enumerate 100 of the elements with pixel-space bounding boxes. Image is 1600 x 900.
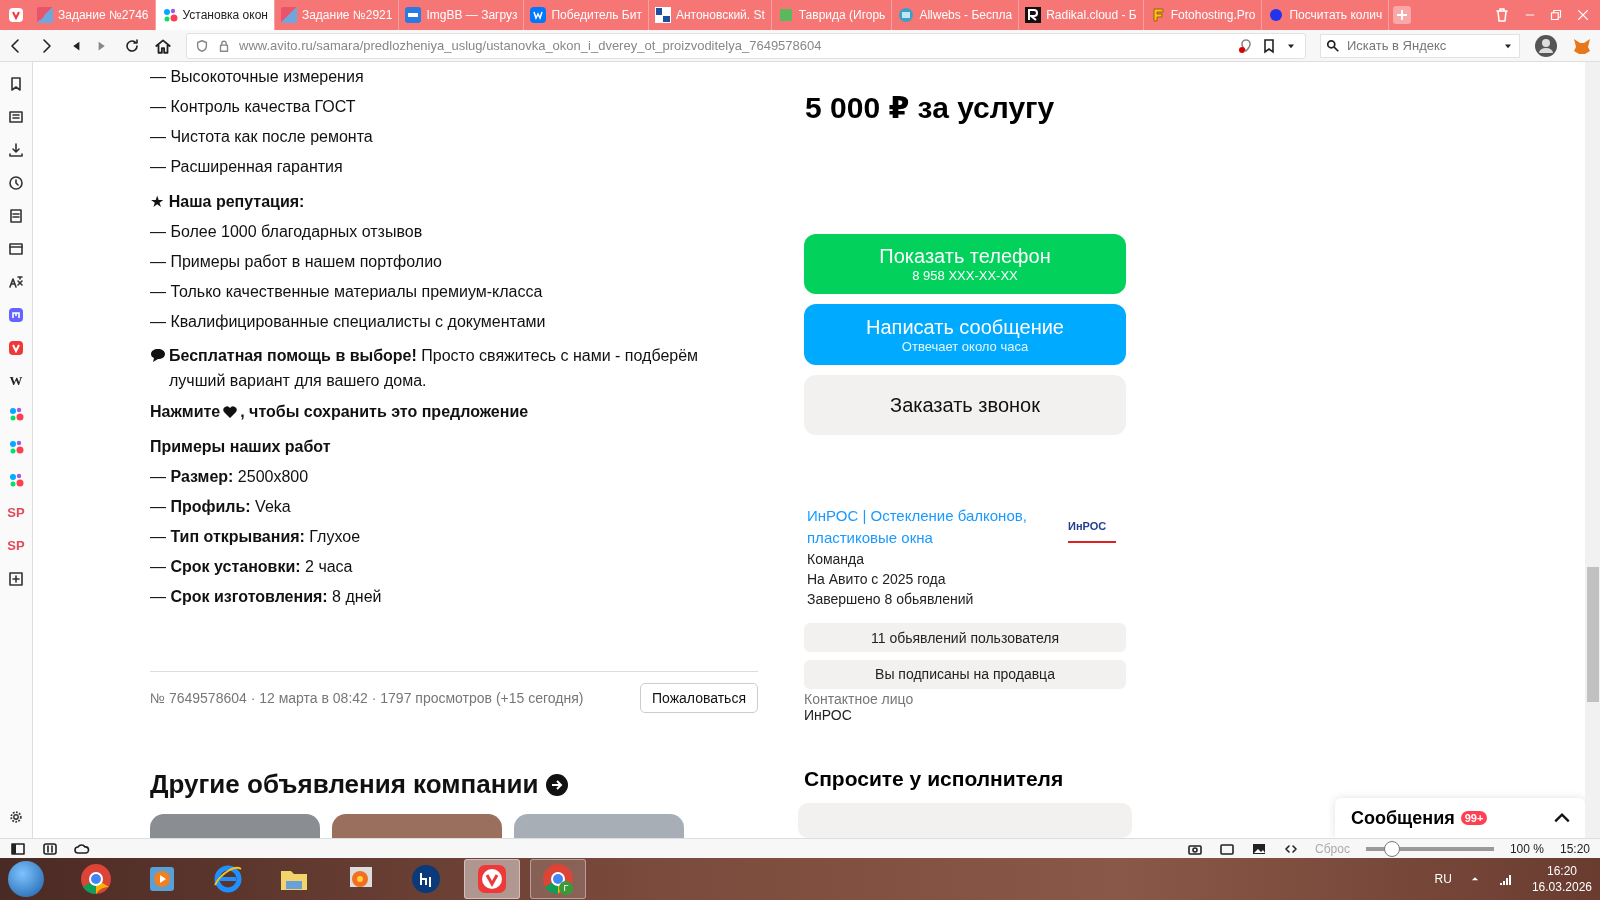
contact-name: ИнРОС <box>804 706 853 723</box>
description-line: — Более 1000 благодарных отзывов <box>150 222 424 242</box>
action-button[interactable]: Написать сообщение Отвечает около часа <box>804 304 1126 365</box>
panel-toggle-icon[interactable] <box>10 840 26 857</box>
dots-icon <box>8 406 24 422</box>
description-line: — Контроль качества ГОСТ <box>150 97 357 117</box>
price: 5 000 ₽ за услугу <box>805 90 1056 125</box>
start-button[interactable] <box>8 861 44 897</box>
description-line: — Высокоточные измерения <box>150 67 365 87</box>
zoom-level: 100 % <box>1509 841 1544 856</box>
action-button[interactable]: Заказать звонок <box>804 374 1126 436</box>
description-line: — Квалифицированные специалисты с документами <box>150 312 547 332</box>
contact-label: Контактное лицо <box>804 690 915 707</box>
seller-detail: Завершено 8 обьявлений <box>807 590 975 610</box>
translate-icon[interactable] <box>8 274 24 290</box>
dots-icon <box>161 7 178 23</box>
description-heading: ★ Наша репутация: <box>150 192 306 212</box>
globe-icon <box>898 7 915 23</box>
clock-icon[interactable] <box>8 175 24 191</box>
panel-shortcut[interactable]: SP <box>7 505 25 521</box>
location-pin-icon[interactable] <box>1237 37 1253 54</box>
panel-shortcut[interactable]: W <box>9 373 23 389</box>
window-icon[interactable] <box>8 241 24 257</box>
tray-date: 16.03.2026 <box>1531 879 1592 895</box>
vivaldi-menu-icon[interactable] <box>7 7 24 23</box>
ibb-icon <box>405 7 422 23</box>
seller-detail: Команда <box>807 550 866 570</box>
zoom-reset[interactable]: Сброс <box>1315 841 1350 856</box>
messages-widget[interactable]: Сообщения 99+ <box>1335 798 1585 838</box>
seller-button[interactable]: 11 обьявлений пользователя <box>804 623 1126 652</box>
seller-logo[interactable]: ИнРОС <box>1068 511 1116 544</box>
panel-shortcut[interactable]: SP <box>7 538 25 554</box>
description-line: — Профиль: Veka <box>150 497 292 517</box>
photo-placeholder[interactable] <box>332 814 502 838</box>
description-line: — Только качественные материалы премиум-класса <box>150 282 544 302</box>
square-icon <box>777 7 794 23</box>
seller-button[interactable]: Вы подписаны на продавца <box>804 660 1126 689</box>
arrow-circle-icon[interactable] <box>546 773 569 796</box>
search-icon <box>1326 38 1340 53</box>
shield-icon <box>195 38 209 53</box>
action-button[interactable]: Показать телефон 8 958 XXX-XX-XX <box>804 234 1126 295</box>
lock-icon <box>217 38 231 53</box>
save-hint: Нажмите <box>150 402 221 422</box>
notes-icon[interactable] <box>8 208 24 224</box>
description-line: — Чистота как после ремонта <box>150 127 374 147</box>
avatar-icon[interactable] <box>1534 33 1558 58</box>
clock: 15:20 <box>1559 841 1590 856</box>
section-heading: Спросите у исполнителя <box>804 766 1065 791</box>
listing-meta: № 7649578604 · 12 марта в 08:42 · 1797 просмотров (+15 сегодня) <box>150 690 584 706</box>
description-line: — Срок установки: 2 часа <box>150 557 354 577</box>
address-bar[interactable]: www.avito.ru/samara/predlozheniya_uslug/ustanovka_okon_i_dverey_ot_proizvoditelya_7649578604 <box>186 32 1306 59</box>
browser-tab[interactable]: Установка окон <box>155 0 275 30</box>
tray-time: 16:20 <box>1546 863 1577 879</box>
description-paragraph: Бесплатная помощь в выборе! Просто свяжитесь с нами - подберём лучший вариант для вашего дома. <box>169 346 700 391</box>
dots-icon <box>8 472 24 488</box>
r-logo-icon <box>1025 7 1042 23</box>
new-tab-icon[interactable] <box>1393 6 1412 24</box>
seller-detail: На Авито с 2025 года <box>807 570 947 590</box>
add-panel-icon[interactable] <box>8 571 24 587</box>
reload-icon[interactable] <box>124 37 140 54</box>
tiling-icon[interactable] <box>42 840 58 857</box>
trash-icon[interactable] <box>1494 7 1510 23</box>
vivaldi-icon[interactable] <box>8 340 24 356</box>
language-indicator[interactable]: RU <box>1434 872 1452 886</box>
description-line: — Примеры работ в нашем портфолио <box>150 252 443 272</box>
save-hint: , чтобы сохранить это предложение <box>240 402 529 422</box>
description-line: — Расширенная гарантия <box>150 157 344 177</box>
dot-icon <box>1268 7 1285 23</box>
library-icon <box>654 7 671 23</box>
tab-favicon <box>37 7 53 23</box>
dots-icon <box>8 439 24 455</box>
vk-icon <box>530 7 547 23</box>
tab-favicon <box>280 7 297 23</box>
taskbar-app[interactable]: Г <box>530 859 586 899</box>
settings-icon[interactable] <box>9 810 23 824</box>
description-line: — Срок изготовления: 8 дней <box>150 587 383 607</box>
heart-icon <box>222 404 239 420</box>
download-icon[interactable] <box>8 142 24 158</box>
scrollbar[interactable] <box>1585 62 1600 838</box>
report-button[interactable]: Пожаловаться <box>640 683 758 713</box>
description-line: — Размер: 2500x800 <box>150 467 310 487</box>
bookmark-icon[interactable] <box>1261 37 1277 54</box>
section-heading: Другие объявления компании <box>150 769 539 800</box>
mastodon-icon[interactable] <box>8 307 24 323</box>
close-icon[interactable] <box>1576 8 1590 22</box>
seller-link[interactable]: ИнРОС | Остекление балконов, пластиковые окна <box>807 505 1047 550</box>
bookmark-icon[interactable] <box>8 76 24 92</box>
vivaldi-icon[interactable] <box>476 863 508 895</box>
unread-badge: 99+ <box>1460 811 1488 825</box>
chrome-icon[interactable] <box>80 863 112 895</box>
speech-bubble-icon <box>150 347 166 363</box>
search-field[interactable]: Искать в Яндекс <box>1320 33 1520 58</box>
ie-icon[interactable] <box>212 863 244 895</box>
reader-icon[interactable] <box>8 109 24 125</box>
restore-icon[interactable] <box>1550 9 1562 21</box>
messages-label: Сообщения <box>1351 807 1455 829</box>
description-line: — Тип открывания: Глухое <box>150 527 362 547</box>
description-heading: Примеры наших работ <box>150 437 332 457</box>
hp-icon[interactable] <box>410 863 442 895</box>
profile-badge: Г <box>559 881 573 895</box>
